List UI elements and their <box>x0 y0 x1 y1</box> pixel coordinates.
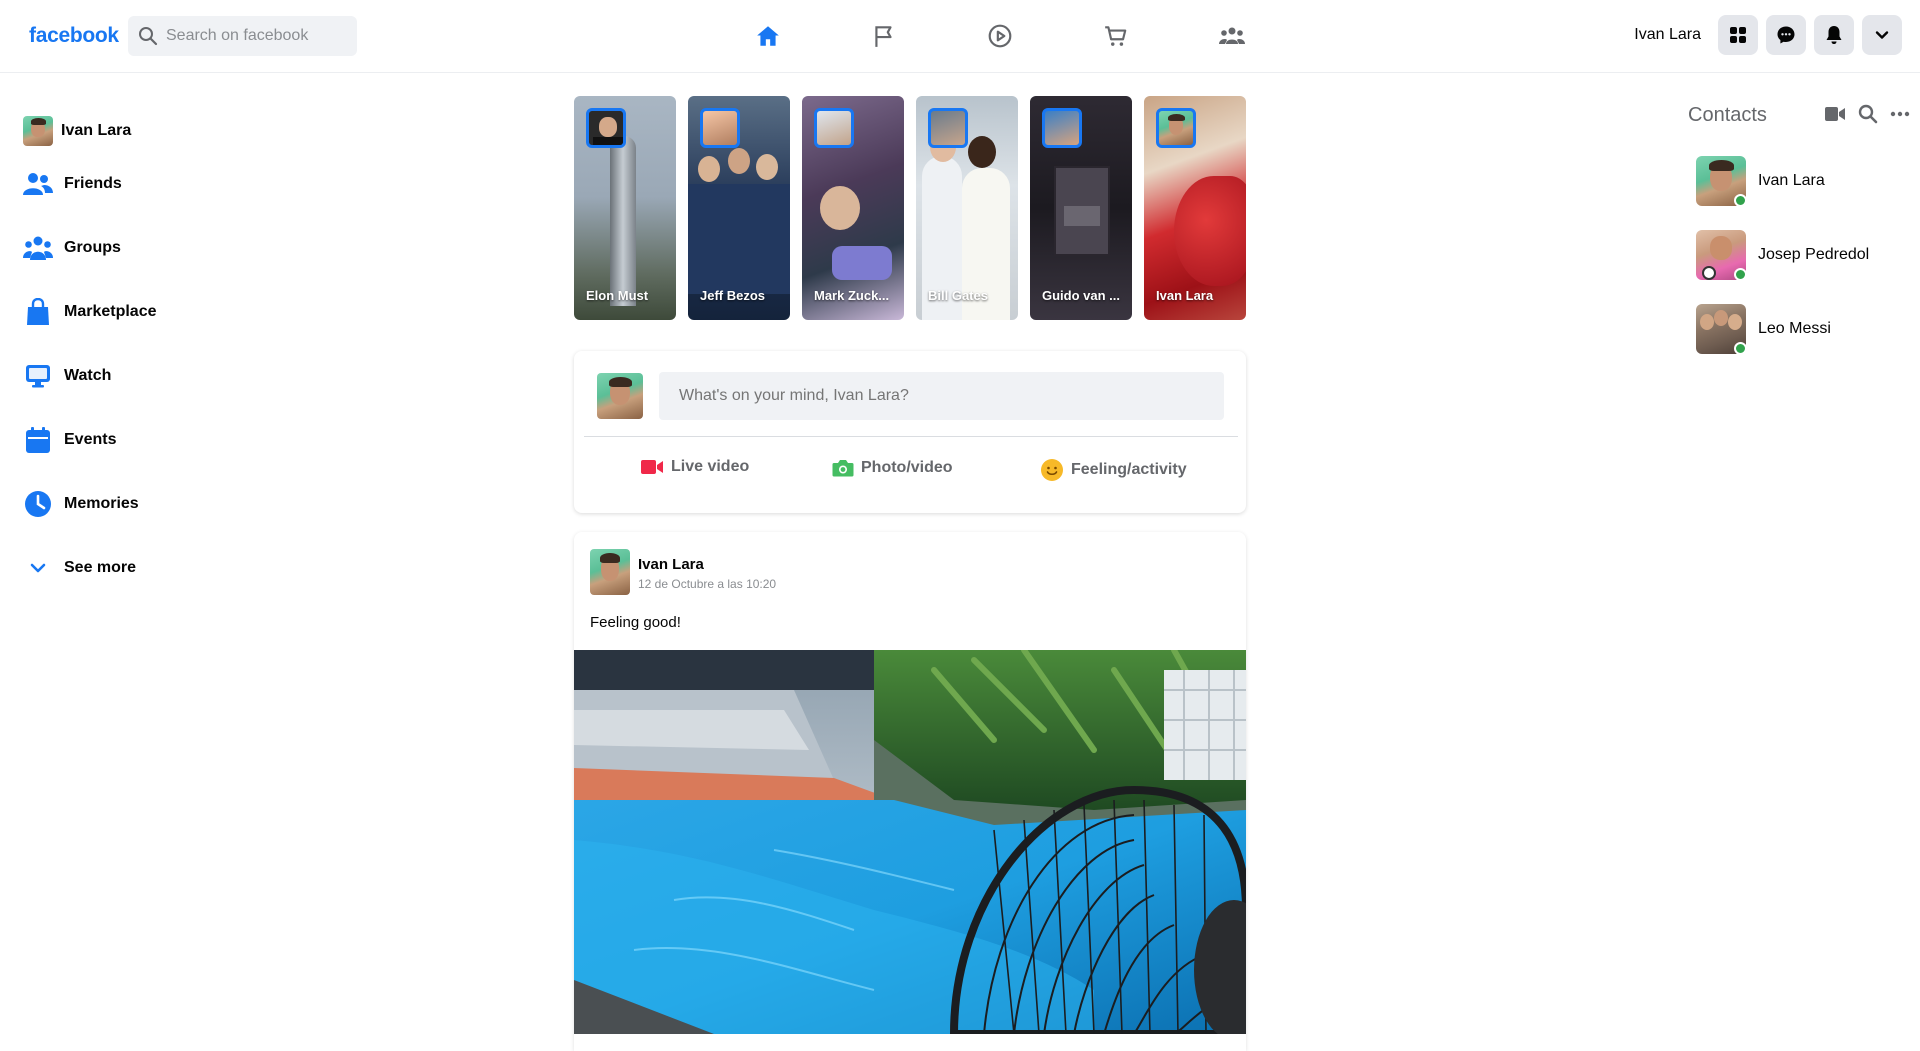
story-card[interactable]: Bill Gates <box>916 96 1018 320</box>
contact-item[interactable]: Josep Pedredol <box>1696 230 1870 281</box>
sidebar-item-label: Ivan Lara <box>61 122 132 139</box>
calendar-icon <box>26 427 50 453</box>
sidebar-item-label: Groups <box>64 239 121 256</box>
live-video-button[interactable]: Live video <box>640 458 749 476</box>
feeling-activity-button[interactable]: Feeling/activity <box>1040 458 1187 482</box>
top-navbar: facebook Ivan Lara <box>0 0 1920 73</box>
sidebar-item-label: See more <box>64 559 137 576</box>
story-name: Jeff Bezos <box>700 288 766 303</box>
video-camera-icon[interactable] <box>1824 106 1846 122</box>
story-avatar <box>586 108 626 148</box>
sidebar-see-more[interactable]: See more <box>22 536 157 600</box>
friends-icon <box>23 173 53 195</box>
story-card[interactable]: Guido van ... <box>1030 96 1132 320</box>
story-name: Mark Zuck... <box>814 288 890 303</box>
search-icon <box>139 27 158 46</box>
smiley-icon <box>1041 459 1063 481</box>
online-status-dot <box>1734 342 1747 355</box>
left-sidebar: Ivan Lara Friends Groups Marketplace Wat… <box>22 110 157 600</box>
stories-row: Elon Must Jeff Bezos Mark Zuck... Bill G… <box>574 96 1246 320</box>
camera-icon <box>832 460 854 477</box>
story-name: Guido van ... <box>1042 288 1121 303</box>
online-status-dot <box>1734 194 1747 207</box>
story-card[interactable]: Elon Must <box>574 96 676 320</box>
bell-icon <box>1826 26 1842 44</box>
contact-name: Josep Pedredol <box>1758 246 1870 263</box>
story-name: Bill Gates <box>928 288 988 303</box>
story-avatar <box>814 108 854 148</box>
composer-divider <box>584 436 1238 437</box>
messenger-button[interactable] <box>1766 15 1806 55</box>
clock-icon <box>25 491 51 517</box>
story-avatar <box>928 108 968 148</box>
feeling-activity-label: Feeling/activity <box>1071 461 1187 478</box>
sidebar-item-label: Marketplace <box>64 303 157 320</box>
account-controls: Ivan Lara <box>1634 15 1902 55</box>
composer-input[interactable] <box>659 372 1224 420</box>
story-name: Ivan Lara <box>1156 288 1214 303</box>
search-icon[interactable] <box>1858 104 1878 124</box>
search-input[interactable] <box>166 27 346 45</box>
sidebar-item-label: Friends <box>64 175 122 192</box>
notifications-button[interactable] <box>1814 15 1854 55</box>
sidebar-item-friends[interactable]: Friends <box>22 152 157 216</box>
chevron-down-icon <box>30 563 46 573</box>
flag-icon[interactable] <box>864 18 904 54</box>
watch-icon[interactable] <box>980 18 1020 54</box>
post-timestamp[interactable]: 12 de Octubre a las 10:20 <box>638 577 776 591</box>
contact-name: Ivan Lara <box>1758 172 1825 189</box>
avatar <box>597 373 643 419</box>
avatar <box>23 116 53 146</box>
story-avatar <box>1156 108 1196 148</box>
sidebar-item-label: Events <box>64 431 117 448</box>
account-menu-button[interactable] <box>1862 15 1902 55</box>
header-user-name[interactable]: Ivan Lara <box>1634 26 1701 44</box>
sidebar-item-profile[interactable]: Ivan Lara <box>22 110 157 152</box>
groups-icon <box>23 236 53 260</box>
sidebar-item-watch[interactable]: Watch <box>22 344 157 408</box>
post-image[interactable] <box>574 650 1246 1034</box>
marketplace-bag-icon <box>27 298 49 325</box>
online-status-dot <box>1734 268 1747 281</box>
marketplace-icon[interactable] <box>1096 18 1136 54</box>
contact-item[interactable]: Leo Messi <box>1696 304 1831 355</box>
video-camera-icon <box>641 460 663 474</box>
pool-photo <box>574 650 1246 1034</box>
story-card[interactable]: Jeff Bezos <box>688 96 790 320</box>
sidebar-item-memories[interactable]: Memories <box>22 472 157 536</box>
messenger-icon <box>1777 26 1795 44</box>
contacts-title: Contacts <box>1688 104 1767 126</box>
sidebar-item-marketplace[interactable]: Marketplace <box>22 280 157 344</box>
sidebar-item-label: Watch <box>64 367 112 384</box>
sidebar-item-events[interactable]: Events <box>22 408 157 472</box>
post-composer: Live video Photo/video Feeling/activity <box>574 351 1246 513</box>
menu-grid-icon <box>1730 27 1746 43</box>
sidebar-item-label: Memories <box>64 495 139 512</box>
sidebar-item-groups[interactable]: Groups <box>22 216 157 280</box>
more-dots-icon[interactable] <box>1890 111 1910 117</box>
menu-grid-button[interactable] <box>1718 15 1758 55</box>
story-card[interactable]: Mark Zuck... <box>802 96 904 320</box>
contact-item[interactable]: Ivan Lara <box>1696 156 1825 206</box>
feed-post: Ivan Lara 12 de Octubre a las 10:20 Feel… <box>574 532 1246 1051</box>
post-author-avatar[interactable] <box>590 549 630 595</box>
facebook-logo[interactable]: facebook <box>29 24 119 48</box>
photo-video-label: Photo/video <box>861 459 953 476</box>
story-card[interactable]: Ivan Lara <box>1144 96 1246 320</box>
groups-icon[interactable] <box>1212 18 1252 54</box>
contacts-toolbar <box>1824 104 1910 124</box>
contact-name: Leo Messi <box>1758 320 1831 337</box>
chevron-down-icon <box>1875 31 1889 39</box>
home-icon[interactable] <box>748 18 788 54</box>
search-bar[interactable] <box>128 16 357 56</box>
story-avatar <box>1042 108 1082 148</box>
photo-video-button[interactable]: Photo/video <box>832 458 953 478</box>
post-author-name[interactable]: Ivan Lara <box>638 556 704 573</box>
post-text: Feeling good! <box>590 614 681 631</box>
watch-monitor-icon <box>26 365 50 388</box>
story-avatar <box>700 108 740 148</box>
story-name: Elon Must <box>586 288 649 303</box>
live-video-label: Live video <box>671 458 750 475</box>
